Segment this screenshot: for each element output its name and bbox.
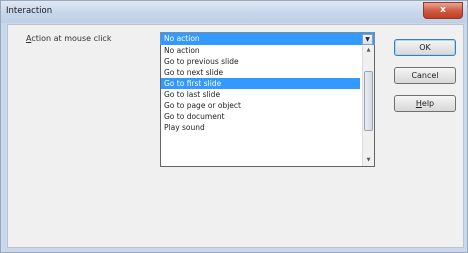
- scroll-up-button[interactable]: ▲: [363, 45, 374, 56]
- dropdown-arrow-button[interactable]: ▼: [362, 34, 373, 45]
- scroll-down-button[interactable]: ▼: [363, 155, 374, 166]
- list-item[interactable]: Go to document: [161, 111, 360, 122]
- help-button[interactable]: Help: [394, 95, 456, 112]
- list-item[interactable]: Go to last slide: [161, 89, 360, 100]
- list-scrollbar[interactable]: ▲ ▼: [362, 45, 374, 166]
- help-label: elp: [421, 99, 435, 108]
- action-at-mouse-click-label: Action at mouse click: [26, 34, 111, 43]
- ok-button[interactable]: OK: [394, 39, 456, 56]
- scroll-thumb[interactable]: [364, 71, 373, 131]
- action-label-text: ction at mouse click: [31, 34, 112, 43]
- interaction-dialog: Interaction x Action at mouse click No a…: [0, 0, 468, 253]
- chevron-down-icon: ▼: [365, 36, 370, 43]
- list-item[interactable]: Go to page or object: [161, 100, 360, 111]
- list-item[interactable]: No action: [161, 45, 360, 56]
- list-item[interactable]: Go to first slide: [161, 78, 360, 89]
- close-button[interactable]: x: [423, 2, 463, 19]
- arrow-up-icon: ▲: [366, 47, 371, 53]
- cancel-button[interactable]: Cancel: [394, 67, 456, 84]
- arrow-down-icon: ▼: [366, 157, 371, 163]
- title-bar[interactable]: Interaction x: [1, 1, 467, 23]
- action-dropdown-list[interactable]: No action Go to previous slide Go to nex…: [160, 45, 375, 167]
- dialog-title: Interaction: [6, 6, 53, 16]
- list-item[interactable]: Go to previous slide: [161, 56, 360, 67]
- list-item[interactable]: Go to next slide: [161, 67, 360, 78]
- action-dropdown-value: No action: [164, 34, 200, 43]
- close-icon: x: [440, 5, 446, 15]
- list-item[interactable]: Play sound: [161, 122, 360, 133]
